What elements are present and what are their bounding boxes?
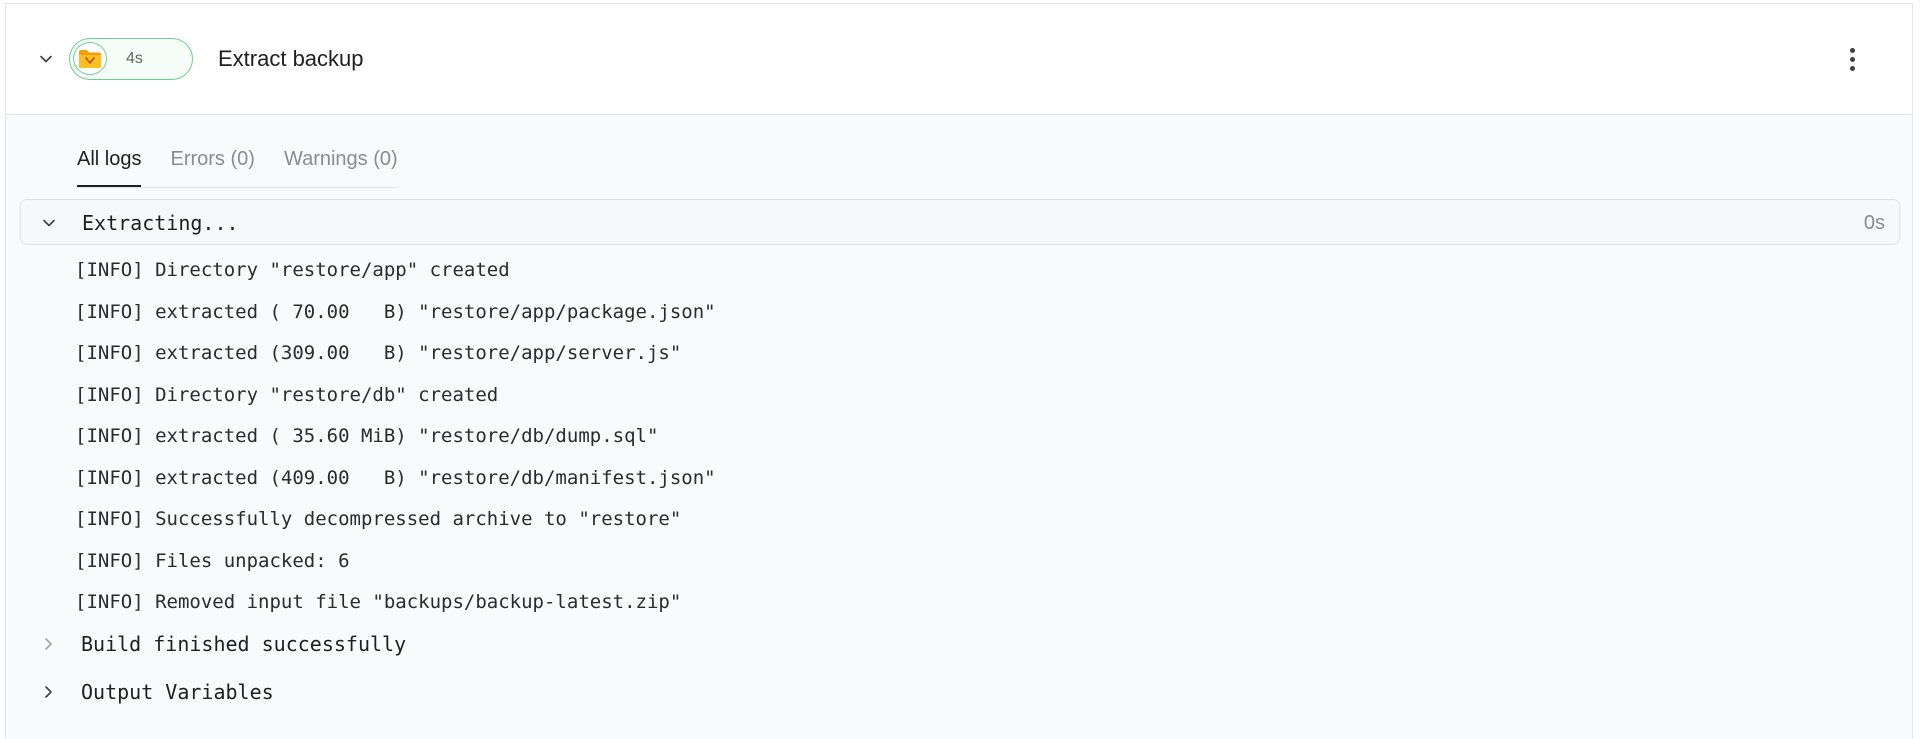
tab-all-logs[interactable]: All logs — [77, 148, 142, 187]
expand-group-button[interactable] — [38, 634, 58, 654]
log-lines: [INFO] Directory "restore/app" created [… — [75, 258, 716, 632]
step-duration: 4s — [126, 50, 143, 67]
log-line: [INFO] Files unpacked: 6 — [75, 549, 350, 572]
log-line: [INFO] Directory "restore/app" created — [75, 259, 510, 281]
collapse-step-button[interactable] — [36, 49, 56, 69]
collapse-group-button[interactable] — [39, 213, 59, 233]
logs-area: All logs Errors (0) Warnings (0) Extract… — [6, 115, 1912, 739]
extract-folder-icon — [79, 49, 101, 68]
expand-group-button[interactable] — [38, 682, 58, 702]
log-line: [INFO] extracted (309.00 B) "restore/app… — [75, 342, 682, 364]
log-group-name: Output Variables — [81, 680, 274, 704]
status-icon-ring — [73, 42, 107, 75]
chevron-right-icon — [45, 638, 52, 650]
tab-warnings[interactable]: Warnings (0) — [284, 148, 398, 186]
status-badge: 4s — [69, 38, 193, 80]
log-tabs: All logs Errors (0) Warnings (0) — [77, 148, 398, 188]
more-options-icon[interactable] — [1840, 44, 1864, 74]
log-group-name: Extracting... — [82, 211, 239, 235]
step-panel: 4s Extract backup All logs Errors (0) Wa… — [5, 3, 1913, 739]
log-line: [INFO] extracted (409.00 B) "restore/db/… — [75, 466, 716, 489]
step-header: 4s Extract backup — [6, 4, 1912, 115]
log-group-build-finished[interactable]: Build finished successfully — [20, 630, 920, 660]
log-line: [INFO] Successfully decompressed archive… — [75, 508, 682, 530]
chevron-right-icon — [45, 686, 52, 698]
log-group-time: 0s — [1863, 212, 1885, 234]
log-group-extracting[interactable]: Extracting... 0s — [20, 199, 1900, 245]
log-group-output-variables[interactable]: Output Variables — [20, 678, 920, 708]
chevron-down-icon — [40, 55, 52, 63]
log-line: [INFO] extracted ( 35.60 MiB) "restore/d… — [75, 425, 659, 447]
chevron-down-icon — [43, 219, 55, 227]
step-title: Extract backup — [218, 46, 364, 71]
log-group-name: Build finished successfully — [81, 632, 407, 656]
log-line: [INFO] Directory "restore/db" created — [75, 383, 499, 406]
tab-errors[interactable]: Errors (0) — [170, 148, 254, 186]
log-line: [INFO] Removed input file "backups/backu… — [75, 591, 682, 613]
log-line: [INFO] extracted ( 70.00 B) "restore/app… — [75, 300, 716, 323]
